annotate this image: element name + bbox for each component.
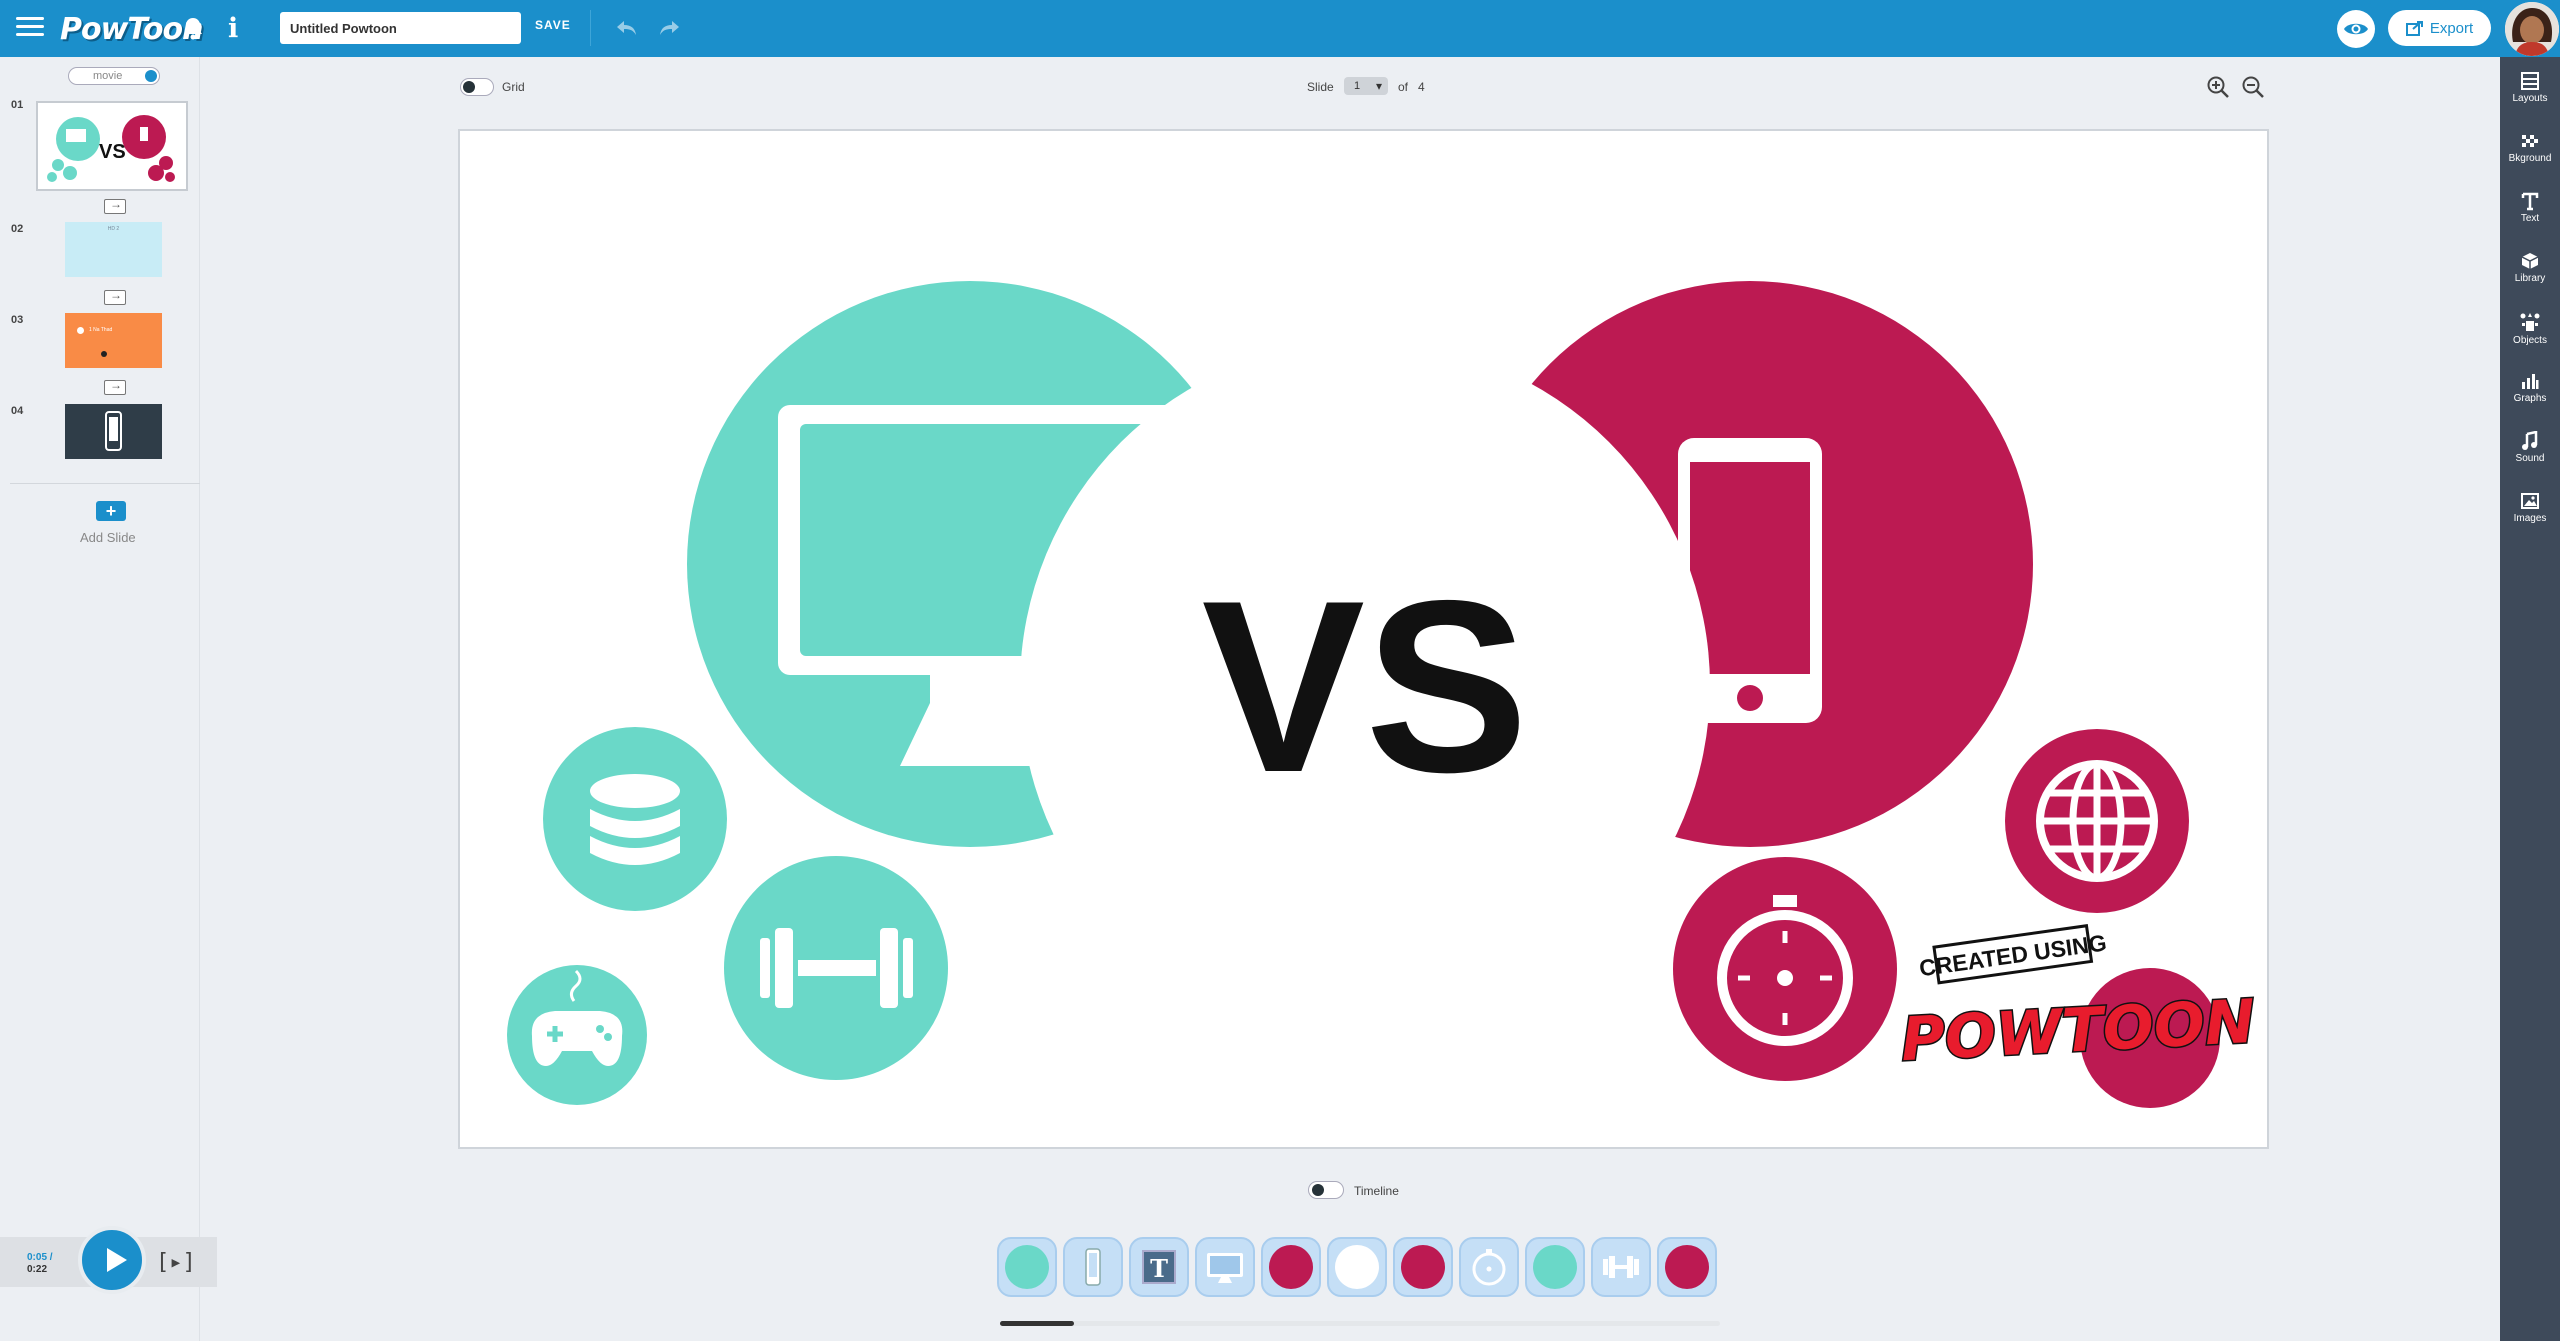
objects-icon	[2520, 313, 2540, 331]
library-icon	[2521, 253, 2539, 269]
panel-divider	[10, 483, 200, 484]
export-button[interactable]: Export	[2388, 10, 2491, 46]
tray-item-text[interactable]: T	[1129, 1237, 1189, 1297]
tray-scroll-thumb[interactable]	[1000, 1321, 1074, 1326]
slide-number-select[interactable]: 1	[1344, 77, 1388, 95]
teal-circle-icon	[1533, 1245, 1577, 1289]
images-icon	[2521, 493, 2539, 509]
movie-toggle-label: movie	[93, 70, 123, 82]
gamepad-circle[interactable]	[507, 965, 647, 1105]
stopwatch-icon	[1472, 1249, 1506, 1286]
slide-number: 02	[11, 223, 24, 235]
slide-number: 04	[11, 405, 24, 417]
tray-item-teal-circle[interactable]	[997, 1237, 1057, 1297]
export-label: Export	[2429, 19, 2474, 37]
hamburger-menu-icon[interactable]	[16, 17, 44, 39]
tray-item-stopwatch[interactable]	[1459, 1237, 1519, 1297]
tray-item-white-circle[interactable]	[1327, 1237, 1387, 1297]
info-icon[interactable]: i	[228, 13, 238, 44]
export-icon	[2405, 21, 2423, 36]
graphs-icon	[2522, 374, 2539, 389]
dumbbell-icon	[1603, 1256, 1639, 1278]
slides-panel: movie 01 VS 02 HD 2 03 1 Na Thad 04	[0, 57, 200, 1341]
preview-eye-button[interactable]	[2337, 10, 2375, 48]
slide-canvas[interactable]: VS CREATED USING POWTOON	[458, 129, 2269, 1149]
timeline-label: Timeline	[1354, 1184, 1399, 1198]
slide-thumbnail-3[interactable]: 1 Na Thad	[65, 313, 162, 368]
undo-icon[interactable]	[613, 14, 641, 42]
svg-text:VS: VS	[99, 141, 126, 163]
grid-label: Grid	[502, 80, 525, 94]
toolbar-library[interactable]: Library	[2500, 251, 2560, 284]
playback-controls: 0:05 / 0:22 [▸]	[0, 1226, 217, 1294]
layouts-icon	[2521, 72, 2539, 90]
toolbar-text[interactable]: Text	[2500, 191, 2560, 224]
notification-bell-icon[interactable]	[182, 16, 204, 40]
white-circle-icon	[1335, 1245, 1379, 1289]
redo-icon[interactable]	[655, 14, 683, 42]
powtoon-watermark[interactable]: CREATED USING POWTOON	[1898, 923, 2258, 1077]
object-tray: T	[997, 1237, 1717, 1297]
user-avatar[interactable]	[2505, 2, 2559, 56]
toolbar-graphs[interactable]: Graphs	[2500, 371, 2560, 404]
total-time: 0:22	[27, 1264, 48, 1275]
eye-icon	[2344, 23, 2368, 35]
globe-circle[interactable]	[2005, 729, 2189, 913]
sound-icon	[2522, 431, 2538, 450]
slide-label: Slide	[1307, 80, 1334, 94]
monitor-icon	[1207, 1253, 1243, 1283]
background-icon	[2522, 135, 2538, 147]
tray-scrollbar[interactable]	[1000, 1321, 1720, 1326]
add-slide-button[interactable]: +	[96, 501, 126, 521]
crimson-circle-icon	[1665, 1245, 1709, 1289]
timeline-toggle[interactable]	[1308, 1181, 1344, 1199]
transition-icon[interactable]	[104, 378, 126, 395]
toolbar-sound[interactable]: Sound	[2500, 431, 2560, 464]
dumbbell-circle[interactable]	[724, 856, 948, 1080]
teal-circle-icon	[1005, 1245, 1049, 1289]
text-icon	[2521, 192, 2539, 211]
toolbar-background[interactable]: Bkground	[2500, 131, 2560, 164]
slide-number: 03	[11, 314, 24, 326]
tray-item-crimson-circle[interactable]	[1261, 1237, 1321, 1297]
tray-item-monitor[interactable]	[1195, 1237, 1255, 1297]
stopwatch-circle[interactable]	[1673, 857, 1897, 1081]
right-toolbar: Layouts Bkground Text Library Objects Gr…	[2500, 57, 2560, 1341]
zoom-out-icon[interactable]	[2240, 74, 2266, 100]
transition-icon[interactable]	[104, 197, 126, 214]
play-button[interactable]	[78, 1226, 146, 1294]
toolbar-divider	[590, 10, 591, 46]
slide-thumbnail-4[interactable]	[65, 404, 162, 459]
database-circle[interactable]	[543, 727, 727, 911]
transition-icon[interactable]	[104, 288, 126, 305]
toolbar-objects[interactable]: Objects	[2500, 311, 2560, 346]
top-bar: PowToon i SAVE Export	[0, 0, 2560, 57]
save-button[interactable]: SAVE	[535, 18, 571, 32]
grid-toggle[interactable]	[460, 78, 494, 96]
phone-icon	[1085, 1248, 1101, 1286]
movie-mode-toggle[interactable]: movie	[68, 67, 160, 85]
text-icon: T	[1142, 1250, 1176, 1284]
slide-thumbnail-1[interactable]: VS	[36, 101, 188, 191]
time-readout: 0:05 / 0:22	[27, 1252, 53, 1276]
of-label: of	[1398, 80, 1409, 94]
total-slides: 4	[1418, 80, 1425, 94]
slide-thumbnail-2[interactable]: HD 2	[65, 222, 162, 277]
crimson-circle-icon	[1401, 1245, 1445, 1289]
tray-item-phone[interactable]	[1063, 1237, 1123, 1297]
tray-item-crimson-circle[interactable]	[1393, 1237, 1453, 1297]
project-title-input[interactable]	[280, 12, 521, 44]
current-time: 0:05 /	[27, 1252, 53, 1263]
tray-item-crimson-circle[interactable]	[1657, 1237, 1717, 1297]
toolbar-layouts[interactable]: Layouts	[2500, 71, 2560, 104]
vs-text[interactable]: VS	[1202, 549, 1529, 823]
toolbar-images[interactable]: Images	[2500, 491, 2560, 524]
add-slide-label[interactable]: Add Slide	[80, 530, 136, 545]
tray-item-teal-circle[interactable]	[1525, 1237, 1585, 1297]
crimson-circle-icon	[1269, 1245, 1313, 1289]
zoom-in-icon[interactable]	[2205, 74, 2231, 100]
tray-item-dumbbell[interactable]	[1591, 1237, 1651, 1297]
slide-number: 01	[11, 99, 24, 111]
play-full-button[interactable]: [▸]	[156, 1250, 196, 1275]
